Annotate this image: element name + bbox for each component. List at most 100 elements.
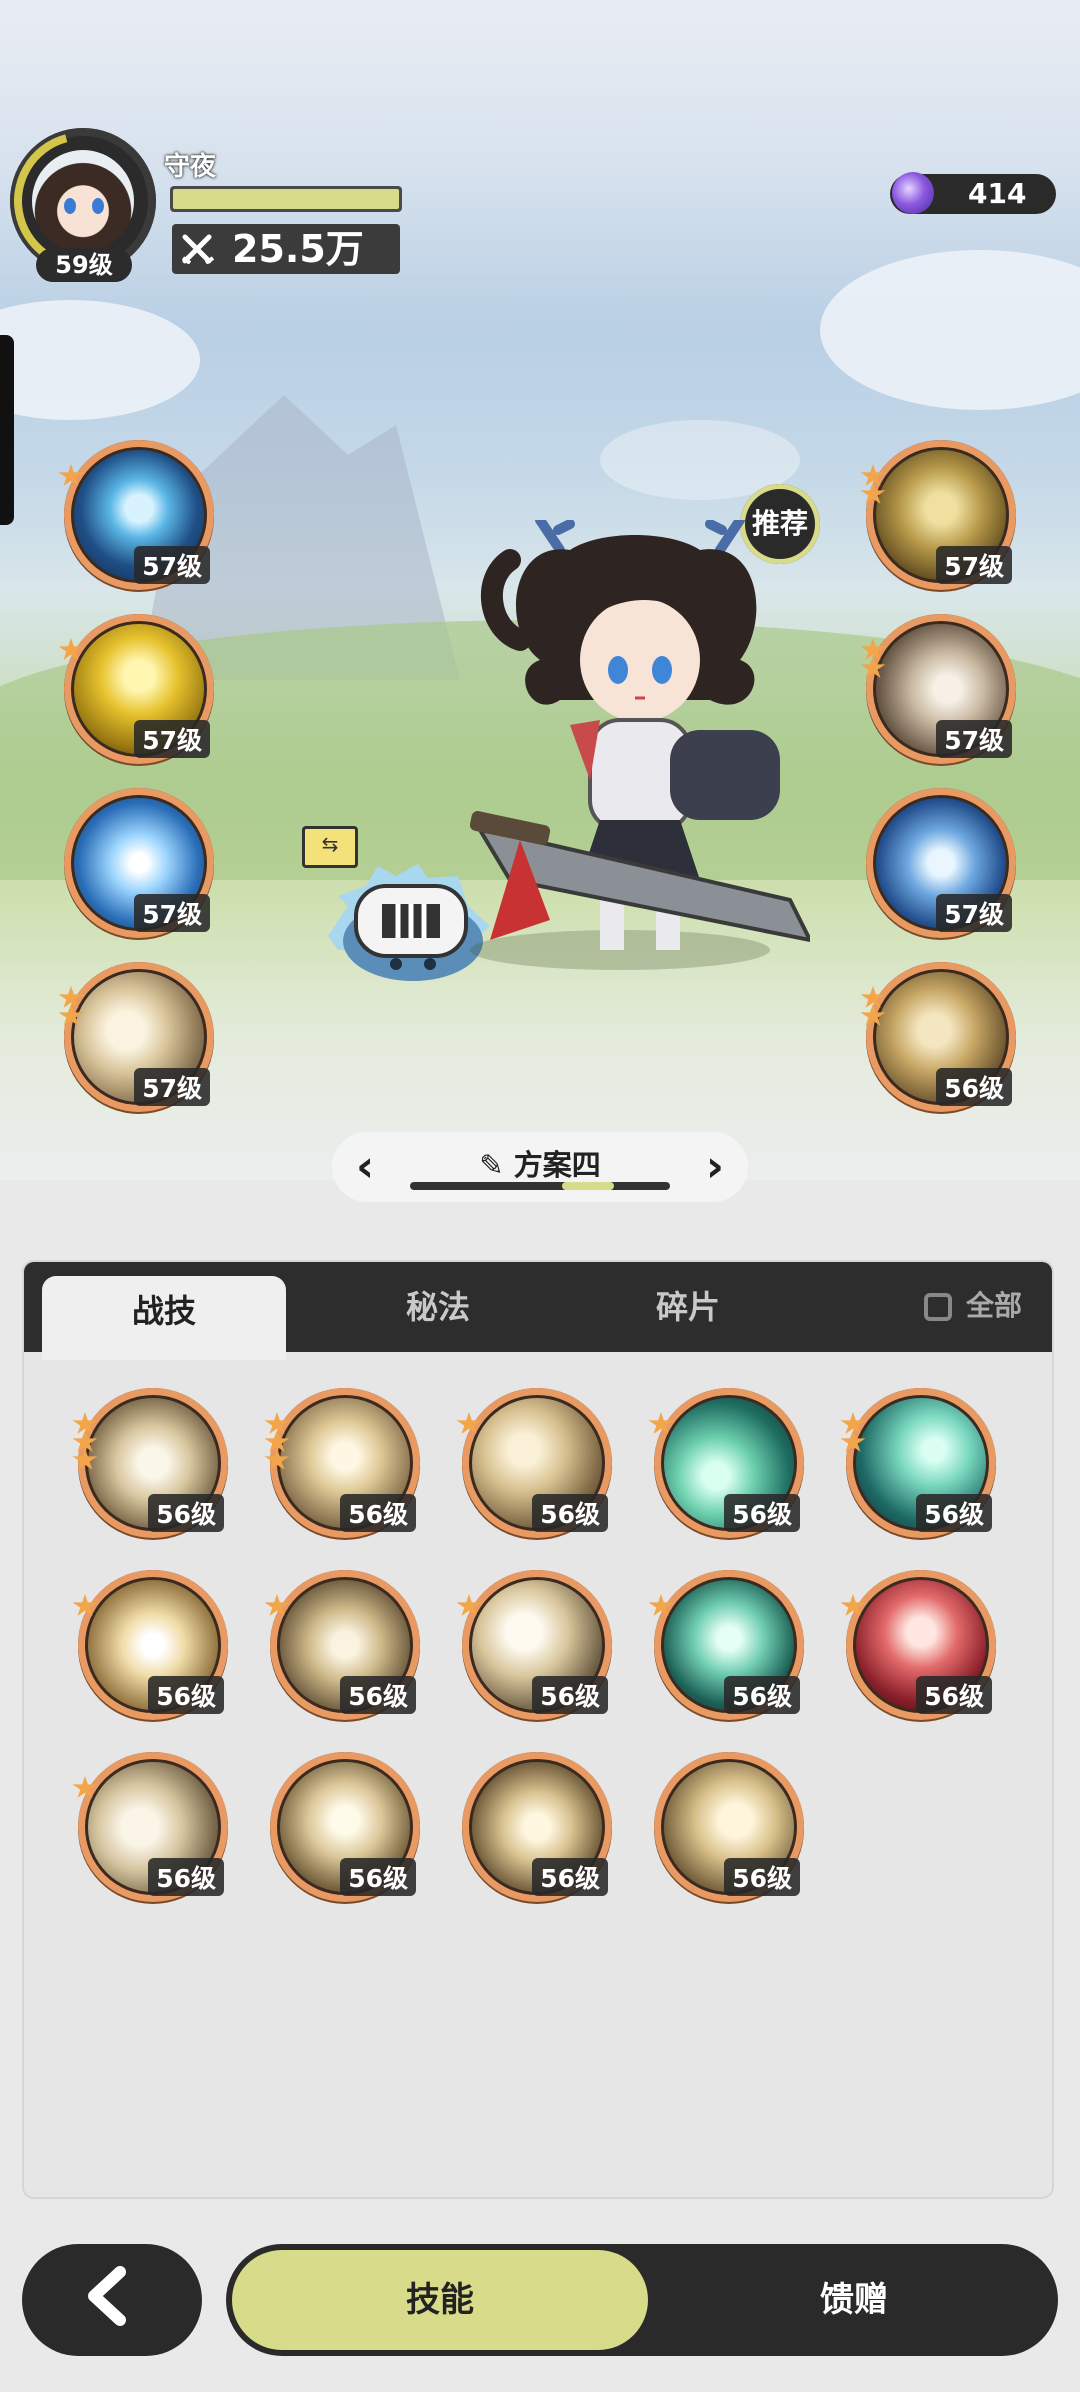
hero-character[interactable]	[470, 520, 810, 970]
equipped-skill-left-3[interactable]: 57级	[64, 788, 214, 938]
star-rating	[648, 1594, 674, 1618]
skill-slot-8[interactable]: 56级	[456, 1570, 612, 1720]
skill-panel: 战技 秘法 碎片 全部 56级 56级 56级 56级 56级 56级 56级 56级 56级 5…	[24, 1262, 1052, 2197]
skill-level-label: 56级	[340, 1494, 416, 1532]
skill-slot-9[interactable]: 56级	[648, 1570, 804, 1720]
back-button[interactable]	[22, 2244, 202, 2356]
skill-level-label: 56级	[532, 1494, 608, 1532]
equipped-skill-left-2[interactable]: 57级	[58, 614, 214, 764]
skill-level-label: 56级	[148, 1858, 224, 1896]
star-icon	[840, 1594, 866, 1616]
equipped-skill-left-1[interactable]: 57级	[58, 440, 214, 590]
star-rating	[58, 986, 84, 1028]
star-rating	[72, 1776, 98, 1800]
skill-slot-10[interactable]: 56级	[840, 1570, 996, 1720]
star-icon	[72, 1448, 98, 1470]
star-rating	[860, 986, 886, 1028]
star-icon	[72, 1594, 98, 1616]
cloud	[820, 250, 1080, 410]
currency-amount: 414	[968, 177, 1027, 210]
skill-level-label: 56级	[724, 1494, 800, 1532]
avatar-eye	[64, 198, 76, 214]
star-rating	[860, 638, 886, 680]
show-all-label: 全部	[965, 1289, 1022, 1322]
gift-tab-button[interactable]: 馈赠	[656, 2250, 1052, 2350]
skill-level-label: 56级	[340, 1858, 416, 1896]
scheme-switcher: ‹ ✎ 方案四 ›	[332, 1132, 748, 1202]
equipped-skill-right-4[interactable]: 56级	[860, 962, 1016, 1112]
skill-slot-1[interactable]: 56级	[72, 1388, 228, 1538]
scheme-next-button[interactable]: ›	[706, 1142, 724, 1192]
combat-power-value: 25.5万	[232, 227, 364, 271]
equipped-skill-right-1[interactable]: 57级	[860, 440, 1016, 590]
star-rating	[456, 1412, 482, 1436]
equipped-skill-left-4[interactable]: 57级	[58, 962, 214, 1112]
side-drawer-handle[interactable]	[0, 335, 14, 525]
star-icon	[840, 1430, 866, 1452]
skill-level-label: 56级	[936, 1068, 1012, 1106]
avatar-portrait	[32, 150, 134, 252]
skill-slot-4[interactable]: 56级	[648, 1388, 804, 1538]
scheme-title[interactable]: ✎ 方案四	[332, 1142, 748, 1184]
skill-level-label: 57级	[134, 546, 210, 584]
skill-slot-7[interactable]: 56级	[264, 1570, 420, 1720]
equipped-skill-right-3[interactable]: 57级	[866, 788, 1016, 938]
star-rating	[72, 1594, 98, 1618]
star-icon	[72, 1776, 98, 1798]
bottom-nav: 技能 馈赠	[226, 2244, 1058, 2356]
skill-slot-11[interactable]: 56级	[72, 1752, 228, 1902]
star-icon	[456, 1412, 482, 1434]
skill-level-label: 57级	[936, 894, 1012, 932]
back-arrow-icon	[88, 2266, 126, 2326]
player-name: 守夜	[164, 152, 217, 182]
show-all-checkbox[interactable]: 全部	[923, 1286, 1022, 1326]
star-icon	[264, 1448, 290, 1470]
star-icon	[860, 482, 886, 504]
skill-level-label: 56级	[724, 1858, 800, 1896]
star-rating	[648, 1412, 674, 1436]
skill-tabs: 战技 秘法 碎片 全部	[24, 1262, 1052, 1360]
star-rating	[860, 464, 886, 506]
player-level-badge: 59级	[36, 248, 132, 282]
skill-slot-14[interactable]: 56级	[654, 1752, 804, 1902]
star-rating	[456, 1594, 482, 1618]
skill-slot-13[interactable]: 56级	[462, 1752, 612, 1902]
star-rating	[264, 1594, 290, 1618]
scheme-name: 方案四	[513, 1148, 601, 1182]
tab-fragments[interactable]: 碎片	[588, 1262, 788, 1352]
combat-power: 25.5万	[172, 224, 400, 274]
tab-secret-arts[interactable]: 秘法	[338, 1262, 538, 1352]
skill-level-label: 57级	[936, 720, 1012, 758]
skill-level-label: 57级	[134, 1068, 210, 1106]
skill-level-label: 57级	[936, 546, 1012, 584]
star-icon	[648, 1594, 674, 1616]
skill-slot-5[interactable]: 56级	[840, 1388, 996, 1538]
checkbox-icon	[923, 1293, 952, 1321]
skill-level-label: 56级	[340, 1676, 416, 1714]
star-rating	[840, 1412, 866, 1454]
skill-slot-12[interactable]: 56级	[270, 1752, 420, 1902]
star-rating	[58, 638, 84, 662]
skill-level-label: 56级	[532, 1858, 608, 1896]
skill-level-label: 56级	[532, 1676, 608, 1714]
skill-slot-6[interactable]: 56级	[72, 1570, 228, 1720]
star-rating	[58, 464, 84, 488]
skill-slot-2[interactable]: 56级	[264, 1388, 420, 1538]
currency-display[interactable]: 414	[890, 172, 1056, 214]
star-icon	[58, 1004, 84, 1026]
exp-bar	[170, 186, 402, 212]
scheme-page-indicator	[410, 1182, 670, 1190]
cloud	[0, 300, 200, 420]
pencil-icon: ✎	[479, 1148, 504, 1182]
star-icon	[456, 1594, 482, 1616]
tab-combat-skills[interactable]: 战技	[42, 1276, 286, 1360]
equipped-skill-right-2[interactable]: 57级	[860, 614, 1016, 764]
star-rating	[840, 1594, 866, 1618]
crossed-swords-icon	[182, 234, 214, 264]
purple-gem-icon	[892, 172, 934, 214]
skill-level-label: 57级	[134, 894, 210, 932]
skill-level-label: 57级	[134, 720, 210, 758]
skills-tab-button[interactable]: 技能	[232, 2250, 648, 2350]
skill-slot-3[interactable]: 56级	[456, 1388, 612, 1538]
star-icon	[860, 656, 886, 678]
